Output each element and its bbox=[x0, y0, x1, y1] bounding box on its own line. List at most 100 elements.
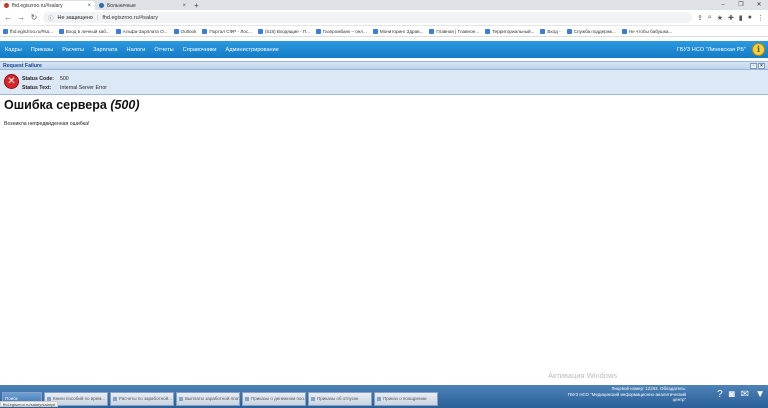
bookmark-item[interactable]: Outlook bbox=[173, 28, 196, 34]
profile-icon[interactable]: ● bbox=[748, 14, 752, 22]
bookmark-favicon-icon bbox=[173, 28, 179, 34]
bookmark-favicon-icon bbox=[485, 28, 491, 34]
license-info: Лицевой номер: 12263. Обладатель: ГБУЗ Н… bbox=[567, 386, 686, 403]
menu-item-orders[interactable]: Приказы bbox=[31, 47, 53, 53]
bookmark-favicon-icon bbox=[3, 28, 8, 34]
bookmark-star-icon[interactable]: ★ bbox=[717, 14, 723, 22]
status-code-label: Status Code: bbox=[22, 76, 54, 82]
bookmark-item[interactable]: Территориальный... bbox=[485, 28, 534, 34]
menu-items: Кадры Приказы Расчеты Зарплата Налоги От… bbox=[5, 47, 279, 53]
error-heading-code: (500) bbox=[110, 98, 140, 112]
bookmark-item[interactable]: Главная | Главное... bbox=[429, 28, 479, 34]
status-text-row: Status Text: Internal Server Error bbox=[22, 85, 107, 91]
window-icon bbox=[245, 397, 249, 401]
task-window[interactable]: Приказы о денежном поо... bbox=[242, 392, 306, 406]
menu-item-references[interactable]: Справочники bbox=[183, 47, 217, 53]
bookmark-item[interactable]: Служба поддержк... bbox=[566, 28, 616, 34]
bookmark-item[interactable]: Альфа-Зарплата О... bbox=[115, 28, 168, 34]
info-circle-icon[interactable]: ⓘ bbox=[48, 14, 54, 22]
bookmark-item[interactable]: Газпромбанк – онл... bbox=[315, 28, 367, 34]
security-label: Не защищено bbox=[57, 14, 93, 21]
minimize-icon[interactable]: – bbox=[714, 0, 732, 10]
bookmark-favicon-icon bbox=[566, 28, 572, 34]
menu-item-administration[interactable]: Администрирование bbox=[226, 47, 279, 53]
close-window-icon[interactable]: ✕ bbox=[750, 0, 768, 10]
error-message: Возникла непредвиденная ошибка! bbox=[4, 121, 90, 127]
panel-title: Request Failure bbox=[3, 62, 42, 69]
task-window[interactable]: Расчеты по заработной... bbox=[110, 392, 174, 406]
chevron-down-icon[interactable]: ▼ bbox=[755, 389, 765, 400]
info-icon[interactable]: i bbox=[752, 43, 765, 56]
extensions-icon[interactable]: ✚ bbox=[728, 14, 734, 22]
close-tab-icon[interactable]: × bbox=[182, 3, 186, 9]
menu-item-reports[interactable]: Отчеты bbox=[154, 47, 173, 53]
task-window[interactable]: Приказы об отпуске bbox=[308, 392, 372, 406]
bookmark-favicon-icon bbox=[257, 28, 263, 34]
bookmark-favicon-icon bbox=[315, 28, 321, 34]
bookmark-item[interactable]: Портал СФР - Лос... bbox=[202, 28, 252, 34]
bookmark-item[interactable]: Мониторинг Здрав... bbox=[372, 28, 423, 34]
maximize-icon[interactable]: ❐ bbox=[732, 0, 750, 10]
toolbar-icons: ⇪ ⌕ ★ ✚ ▮ ● ⋮ bbox=[697, 14, 764, 22]
camera-icon[interactable]: ◙ bbox=[729, 389, 735, 400]
address-bar[interactable]: ⓘ Не защищено | fhd.egiszroo.ru/#salary bbox=[43, 12, 692, 23]
browser-tab-salary[interactable]: fhd.egiszroo.ru/#salary × bbox=[0, 1, 95, 10]
task-window[interactable]: Приказ о поощрении bbox=[374, 392, 438, 406]
tab-strip: fhd.egiszroo.ru/#salary × Больничные × +… bbox=[0, 0, 768, 10]
bookmark-favicon-icon bbox=[621, 28, 627, 34]
bookmark-favicon-icon bbox=[372, 28, 378, 34]
mail-icon[interactable]: ✉ bbox=[741, 389, 749, 400]
bookmarks-bar: fhd.egiszroo.ru/#sa... Вход в личный каб… bbox=[0, 26, 768, 37]
bookmark-favicon-icon bbox=[202, 28, 208, 34]
close-panel-icon[interactable]: × bbox=[758, 62, 765, 69]
menu-item-taxes[interactable]: Налоги bbox=[127, 47, 146, 53]
zoom-icon[interactable]: ⌕ bbox=[708, 14, 712, 22]
close-tab-icon[interactable]: × bbox=[87, 3, 91, 9]
menu-dots-icon[interactable]: ⋮ bbox=[757, 14, 764, 22]
sidebar-icon[interactable]: ▮ bbox=[739, 14, 743, 22]
bookmark-favicon-icon bbox=[429, 28, 435, 34]
status-url: fhd.egiszroo.ru/salary/salary# bbox=[0, 401, 59, 407]
bookmark-item[interactable]: Вход в личный каб... bbox=[58, 28, 110, 34]
site-favicon-icon bbox=[4, 3, 9, 8]
bookmark-item[interactable]: Вход - bbox=[540, 28, 561, 34]
window-icon bbox=[179, 397, 183, 401]
status-text-value: Internal Server Error bbox=[60, 85, 107, 91]
bookmark-favicon-icon bbox=[540, 28, 546, 34]
menu-item-personnel[interactable]: Кадры bbox=[5, 47, 22, 53]
organization-name: ГБУЗ НСО "Линевская РБ" bbox=[676, 46, 746, 53]
reload-icon[interactable]: ↻ bbox=[30, 13, 38, 22]
menu-item-calculations[interactable]: Расчеты bbox=[62, 47, 84, 53]
bookmark-favicon-icon bbox=[58, 28, 64, 34]
status-text-label: Status Text: bbox=[22, 85, 52, 91]
error-status-box: ✕ Status Code: 500 Status Text: Internal… bbox=[0, 70, 768, 95]
error-heading: Ошибка сервера bbox=[4, 98, 107, 112]
window-icon bbox=[311, 397, 315, 401]
menu-item-salary[interactable]: Зарплата bbox=[93, 47, 118, 53]
share-icon[interactable]: ⇪ bbox=[697, 14, 703, 22]
window-icon bbox=[377, 397, 381, 401]
request-failure-panel-header: Request Failure ▫ × bbox=[0, 61, 768, 70]
bookmark-item[interactable]: (518) Входящие - П... bbox=[257, 28, 310, 34]
bookmark-item[interactable]: Не чтобы бабушка... bbox=[621, 28, 672, 34]
bookmark-item[interactable]: fhd.egiszroo.ru/#sa... bbox=[3, 28, 53, 34]
forward-arrow-icon[interactable]: → bbox=[17, 13, 25, 22]
tab-title: Больничные bbox=[107, 2, 136, 9]
browser-tab-sick-leave[interactable]: Больничные × bbox=[95, 1, 190, 10]
address-url: fhd.egiszroo.ru/#salary bbox=[102, 14, 158, 21]
back-arrow-icon[interactable]: ← bbox=[4, 13, 12, 22]
status-code-row: Status Code: 500 bbox=[22, 76, 69, 82]
tab-title: fhd.egiszroo.ru/#salary bbox=[12, 2, 63, 9]
app-main-menu: Кадры Приказы Расчеты Зарплата Налоги От… bbox=[0, 41, 768, 58]
help-icon[interactable]: ? bbox=[717, 389, 723, 400]
page-title: Ошибка сервера (500) bbox=[4, 98, 140, 112]
restore-panel-icon[interactable]: ▫ bbox=[750, 62, 757, 69]
window-controls: – ❐ ✕ bbox=[714, 0, 768, 10]
taskbar-icons: ? ◙ ✉ ▼ bbox=[717, 389, 765, 400]
panel-tools: ▫ × bbox=[750, 62, 765, 69]
browser-toolbar: ← → ↻ ⓘ Не защищено | fhd.egiszroo.ru/#s… bbox=[0, 10, 768, 26]
error-x-icon: ✕ bbox=[4, 74, 19, 89]
new-tab-button[interactable]: + bbox=[190, 1, 203, 10]
window-icon bbox=[113, 397, 117, 401]
task-window[interactable]: Выплаты заработной плат... bbox=[176, 392, 240, 406]
